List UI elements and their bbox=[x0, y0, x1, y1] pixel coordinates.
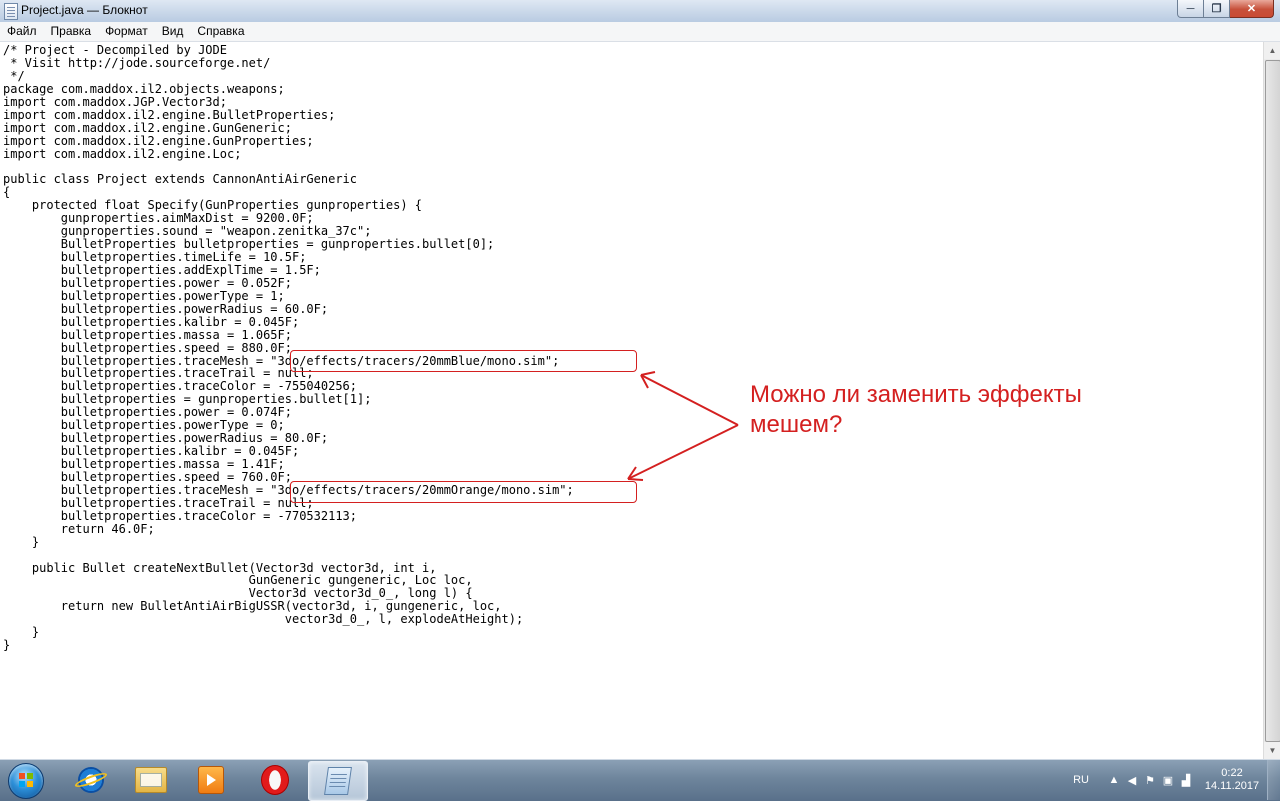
highlight-box-blue-tracer bbox=[290, 350, 637, 372]
code-line: import com.maddox.il2.engine.Loc; bbox=[3, 146, 242, 161]
media-player-icon bbox=[198, 766, 224, 794]
taskbar-app-opera[interactable] bbox=[246, 761, 304, 799]
code-text[interactable]: /* Project - Decompiled by JODE * Visit … bbox=[3, 44, 574, 652]
menu-file[interactable]: Файл bbox=[0, 22, 44, 41]
scroll-up-arrow-icon[interactable]: ▲ bbox=[1264, 42, 1280, 59]
notepad-icon bbox=[324, 767, 352, 795]
code-line: bulletproperties.powerType = 1; bbox=[3, 288, 285, 303]
windows-logo-icon bbox=[8, 762, 44, 799]
power-icon[interactable]: ▣ bbox=[1159, 774, 1177, 787]
volume-icon[interactable]: ◀ bbox=[1123, 774, 1141, 787]
annotation-question: Можно ли заменить эффекты мешем? bbox=[750, 381, 1082, 438]
scroll-down-arrow-icon[interactable]: ▼ bbox=[1264, 742, 1280, 759]
show-desktop-button[interactable] bbox=[1267, 760, 1280, 800]
network-icon[interactable]: ▟ bbox=[1177, 774, 1195, 787]
code-line: vector3d_0_, l, explodeAtHeight); bbox=[3, 612, 524, 627]
start-button[interactable] bbox=[4, 762, 48, 799]
code-line: import com.maddox.il2.engine.BulletPrope… bbox=[3, 107, 336, 122]
menu-format[interactable]: Формат bbox=[98, 22, 155, 41]
vertical-scrollbar[interactable]: ▲ ▼ bbox=[1263, 42, 1280, 759]
maximize-button[interactable]: ❐ bbox=[1204, 0, 1230, 18]
code-line: bulletproperties.power = 0.052F; bbox=[3, 275, 292, 290]
window-controls: ─ ❐ ✕ bbox=[1177, 0, 1274, 18]
code-line: bulletproperties.timeLife = 10.5F; bbox=[3, 250, 307, 264]
ie-icon bbox=[78, 767, 104, 793]
highlight-box-orange-tracer bbox=[290, 481, 637, 503]
code-line: bulletproperties.kalibr = 0.045F; bbox=[3, 314, 300, 329]
code-line: bulletproperties.massa = 1.065F; bbox=[3, 327, 292, 342]
taskbar-app-notepad[interactable] bbox=[308, 761, 368, 801]
taskbar-app-media-player[interactable] bbox=[182, 761, 240, 799]
code-line: package com.maddox.il2.objects.weapons; bbox=[3, 81, 285, 96]
folder-icon bbox=[135, 767, 167, 793]
code-line: import com.maddox.il2.engine.GunProperti… bbox=[3, 133, 314, 148]
code-line: /* Project - Decompiled by JODE bbox=[3, 43, 227, 57]
code-line: } bbox=[3, 638, 11, 653]
scroll-thumb[interactable] bbox=[1265, 60, 1280, 742]
opera-icon bbox=[261, 765, 289, 795]
clock[interactable]: 0:22 14.11.2017 bbox=[1201, 767, 1263, 793]
menu-bar: Файл Правка Формат Вид Справка bbox=[0, 22, 1280, 42]
window-title: Project.java — Блокнот bbox=[21, 3, 148, 17]
clock-time: 0:22 bbox=[1221, 767, 1243, 779]
taskbar-app-explorer[interactable] bbox=[122, 761, 180, 799]
code-line: bulletproperties.traceColor = -770532113… bbox=[3, 508, 358, 523]
title-bar[interactable]: Project.java — Блокнот ─ ❐ ✕ bbox=[0, 0, 1280, 23]
code-line: bulletproperties.addExplTime = 1.5F; bbox=[3, 262, 321, 277]
taskbar: RU ▲ ◀ ⚑ ▣ ▟ 0:22 14.11.2017 bbox=[0, 759, 1280, 801]
menu-edit[interactable]: Правка bbox=[44, 22, 99, 41]
clock-date: 14.11.2017 bbox=[1204, 780, 1260, 792]
code-line: return 46.0F; bbox=[3, 521, 155, 536]
language-indicator[interactable]: RU bbox=[1073, 774, 1089, 786]
code-line: bulletproperties.powerRadius = 60.0F; bbox=[3, 301, 329, 316]
code-line: } bbox=[3, 534, 40, 549]
code-line: */ bbox=[3, 68, 25, 83]
minimize-button[interactable]: ─ bbox=[1177, 0, 1204, 18]
action-center-flag-icon[interactable]: ⚑ bbox=[1141, 774, 1159, 787]
code-line: bulletproperties.massa = 1.41F; bbox=[3, 457, 285, 471]
system-tray: RU ▲ ◀ ⚑ ▣ ▟ 0:22 14.11.2017 bbox=[1073, 760, 1280, 800]
code-line: import com.maddox.JGP.Vector3d; bbox=[3, 94, 227, 109]
code-line: public class Project extends CannonAntiA… bbox=[3, 172, 358, 187]
show-hidden-icons-icon[interactable]: ▲ bbox=[1105, 774, 1123, 786]
code-line: * Visit http://jode.sourceforge.net/ bbox=[3, 55, 271, 70]
close-button[interactable]: ✕ bbox=[1230, 0, 1274, 18]
taskbar-app-internet-explorer[interactable] bbox=[62, 761, 120, 799]
notepad-app-icon[interactable] bbox=[4, 3, 18, 20]
code-line: } bbox=[3, 625, 40, 640]
menu-view[interactable]: Вид bbox=[155, 22, 191, 41]
menu-help[interactable]: Справка bbox=[190, 22, 251, 41]
code-line: import com.maddox.il2.engine.GunGeneric; bbox=[3, 120, 292, 135]
